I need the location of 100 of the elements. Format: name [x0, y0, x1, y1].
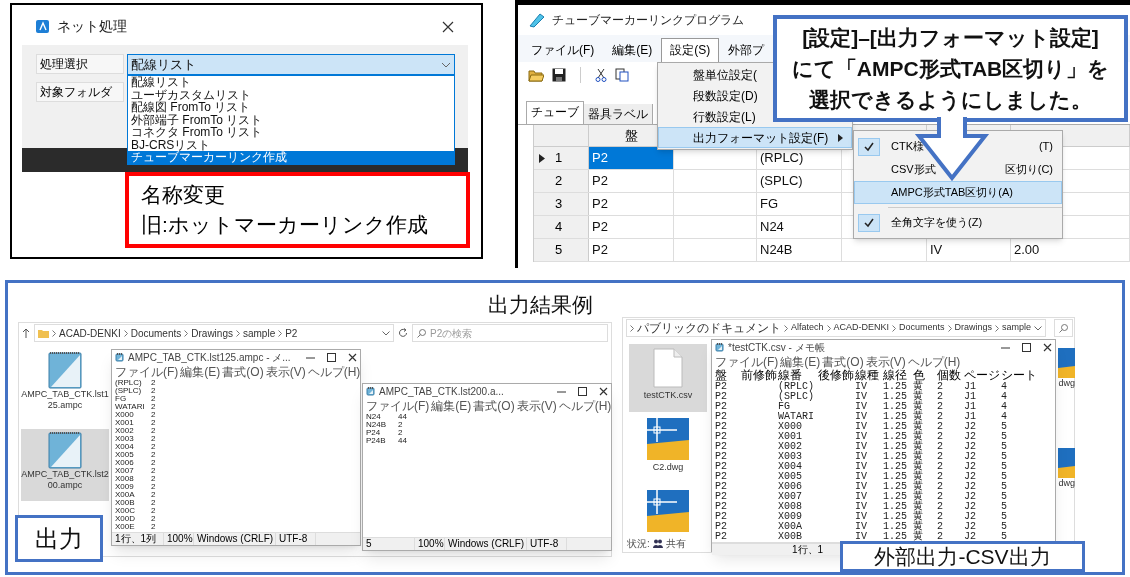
text-cell-text: IV: [855, 492, 868, 502]
text-cell-text: J2: [964, 432, 977, 442]
menu-item[interactable]: ファイル(F): [715, 354, 779, 369]
status-text: Windows (CRLF): [445, 538, 527, 550]
dropdown-option[interactable]: チューブマーカーリンク作成: [128, 151, 454, 164]
menu-item[interactable]: ヘルプ(H): [307, 364, 361, 379]
dropdown-option[interactable]: コネクタ FromTo リスト: [128, 126, 454, 139]
menu-item[interactable]: 表示(V): [865, 354, 906, 369]
menu-item[interactable]: 編集(E): [780, 354, 821, 369]
scissors-icon[interactable]: [595, 68, 607, 82]
address-bar[interactable]: パブリックのドキュメント Alfatech ACAD-DENKI Documents Drawings sample: [626, 319, 1047, 337]
text-cell-text: 2: [937, 422, 944, 432]
dropdown-option[interactable]: 外部端子 FromTo リスト: [128, 113, 454, 126]
menu-entry[interactable]: CSV形式 区切り(C): [854, 158, 1062, 181]
close-icon[interactable]: [442, 20, 454, 33]
column-header: 後修飾: [818, 369, 854, 382]
copy-icon[interactable]: [615, 68, 629, 82]
menu-item[interactable]: ファイル(F): [115, 364, 179, 379]
text-line-key: (SPLC): [115, 387, 151, 395]
menu-item[interactable]: 書式(O): [822, 354, 864, 369]
address-bar[interactable]: ACAD-DENKI Documents Drawings sample P2: [34, 324, 394, 342]
tab[interactable]: チューブ: [526, 101, 584, 124]
breadcrumb[interactable]: P2: [285, 325, 298, 341]
menu-item[interactable]: 編集(E): [431, 398, 472, 413]
file-item[interactable]: AMPC_TAB_CTK.lst125.ampc: [21, 349, 109, 421]
search-field[interactable]: [1054, 319, 1074, 337]
text-cell-text: P2: [715, 442, 728, 452]
text-cell-text: 1.25: [883, 472, 908, 482]
text-line-value: 2: [151, 403, 156, 411]
breadcrumb[interactable]: sample: [242, 325, 276, 341]
breadcrumb[interactable]: Drawings: [954, 321, 993, 335]
open-folder-icon[interactable]: [528, 68, 544, 82]
breadcrumb[interactable]: ACAD-DENKI: [833, 321, 890, 335]
callout-text: 選択できるようにしました。: [809, 87, 1092, 114]
maximize-icon[interactable]: [578, 386, 587, 396]
text-line-key: WATARI: [115, 403, 151, 411]
text-cell-text: 4: [1001, 412, 1008, 422]
text-cell-text: J1: [964, 402, 977, 412]
chevron-right-icon: [784, 324, 788, 332]
dwg-file-icon: [1058, 448, 1075, 478]
menu-item[interactable]: ファイル(F): [522, 38, 604, 62]
chevron-down-icon: [1034, 325, 1043, 331]
file-item[interactable]: C2.dwg: [629, 416, 707, 484]
menu-item[interactable]: ヘルプ(H): [907, 354, 961, 369]
menu-item[interactable]: 外部プ: [719, 38, 774, 62]
file-item[interactable]: AMPC_TAB_CTK.lst200.ampc: [21, 429, 109, 501]
breadcrumb[interactable]: Drawings: [191, 325, 233, 341]
text-cell-text: J1: [964, 392, 977, 402]
status-text: UTF-8: [276, 533, 316, 545]
text-cell-text: FG: [778, 402, 790, 412]
file-name: dwg: [1058, 478, 1075, 489]
file-item[interactable]: dwg: [1058, 348, 1075, 392]
menu-entry[interactable]: 全角文字を使う(Z): [854, 211, 1062, 234]
tab[interactable]: 器具ラベル: [584, 104, 653, 124]
menu-item[interactable]: 編集(E): [603, 38, 662, 62]
text-cell-text: J2: [964, 502, 977, 512]
status-text: 5: [363, 538, 415, 550]
text-line-value: 2: [151, 459, 156, 467]
breadcrumb[interactable]: ACAD-DENKI: [59, 325, 121, 341]
menu-entry[interactable]: 出力フォーマット設定(F): [658, 127, 852, 148]
menu-item[interactable]: 書式(O): [473, 398, 515, 413]
menu-item[interactable]: 書式(O): [222, 364, 264, 379]
close-icon[interactable]: [1043, 342, 1052, 352]
close-icon[interactable]: [348, 352, 357, 362]
column-header: 色: [913, 369, 926, 382]
dropdown-option[interactable]: 配線リスト: [128, 76, 454, 89]
breadcrumb[interactable]: Documents: [130, 325, 182, 341]
breadcrumb[interactable]: sample: [1002, 321, 1032, 335]
up-arrow-icon[interactable]: [22, 328, 30, 338]
breadcrumb[interactable]: パブリックのドキュメント: [637, 319, 781, 337]
text-cell-text: IV: [855, 512, 868, 522]
text-cell-text: 2: [937, 462, 944, 472]
field-label: 処理選択: [36, 54, 124, 74]
save-icon[interactable]: [552, 68, 566, 82]
maximize-icon[interactable]: [327, 352, 336, 362]
text-cell-text: 1.25: [883, 462, 908, 472]
file-item[interactable]: dwg: [1058, 448, 1075, 492]
process-dropdown[interactable]: 配線リスト: [127, 54, 455, 75]
text-line-key: X00D: [115, 515, 151, 523]
column-header: 個数: [937, 369, 962, 382]
dropdown-option[interactable]: ユーザカスタムリスト: [128, 88, 454, 101]
menu-entry[interactable]: AMPC形式TAB区切り(A): [854, 181, 1062, 204]
text-cell-text: IV: [855, 412, 868, 422]
file-item[interactable]: testCTK.csv: [629, 344, 707, 412]
menu-item[interactable]: ファイル(F): [366, 398, 430, 413]
maximize-icon[interactable]: [1022, 342, 1031, 352]
menu-item[interactable]: 編集(E): [180, 364, 221, 379]
breadcrumb[interactable]: Documents: [899, 321, 945, 335]
refresh-icon[interactable]: [398, 328, 408, 338]
menu-item[interactable]: 設定(S): [661, 38, 720, 62]
dropdown-option[interactable]: BJ-CRSリスト: [128, 138, 454, 151]
dropdown-option[interactable]: 配線図 FromTo リスト: [128, 101, 454, 114]
menu-item[interactable]: 表示(V): [516, 398, 557, 413]
close-icon[interactable]: [599, 386, 608, 396]
menu-entry[interactable]: CTK様 (T): [854, 135, 1062, 158]
text-cell-text: (SPLC): [778, 392, 815, 402]
menu-item[interactable]: ヘルプ(H): [558, 398, 612, 413]
breadcrumb[interactable]: Alfatech: [791, 321, 824, 335]
menu-item[interactable]: 表示(V): [265, 364, 306, 379]
text-cell-text: J2: [964, 482, 977, 492]
